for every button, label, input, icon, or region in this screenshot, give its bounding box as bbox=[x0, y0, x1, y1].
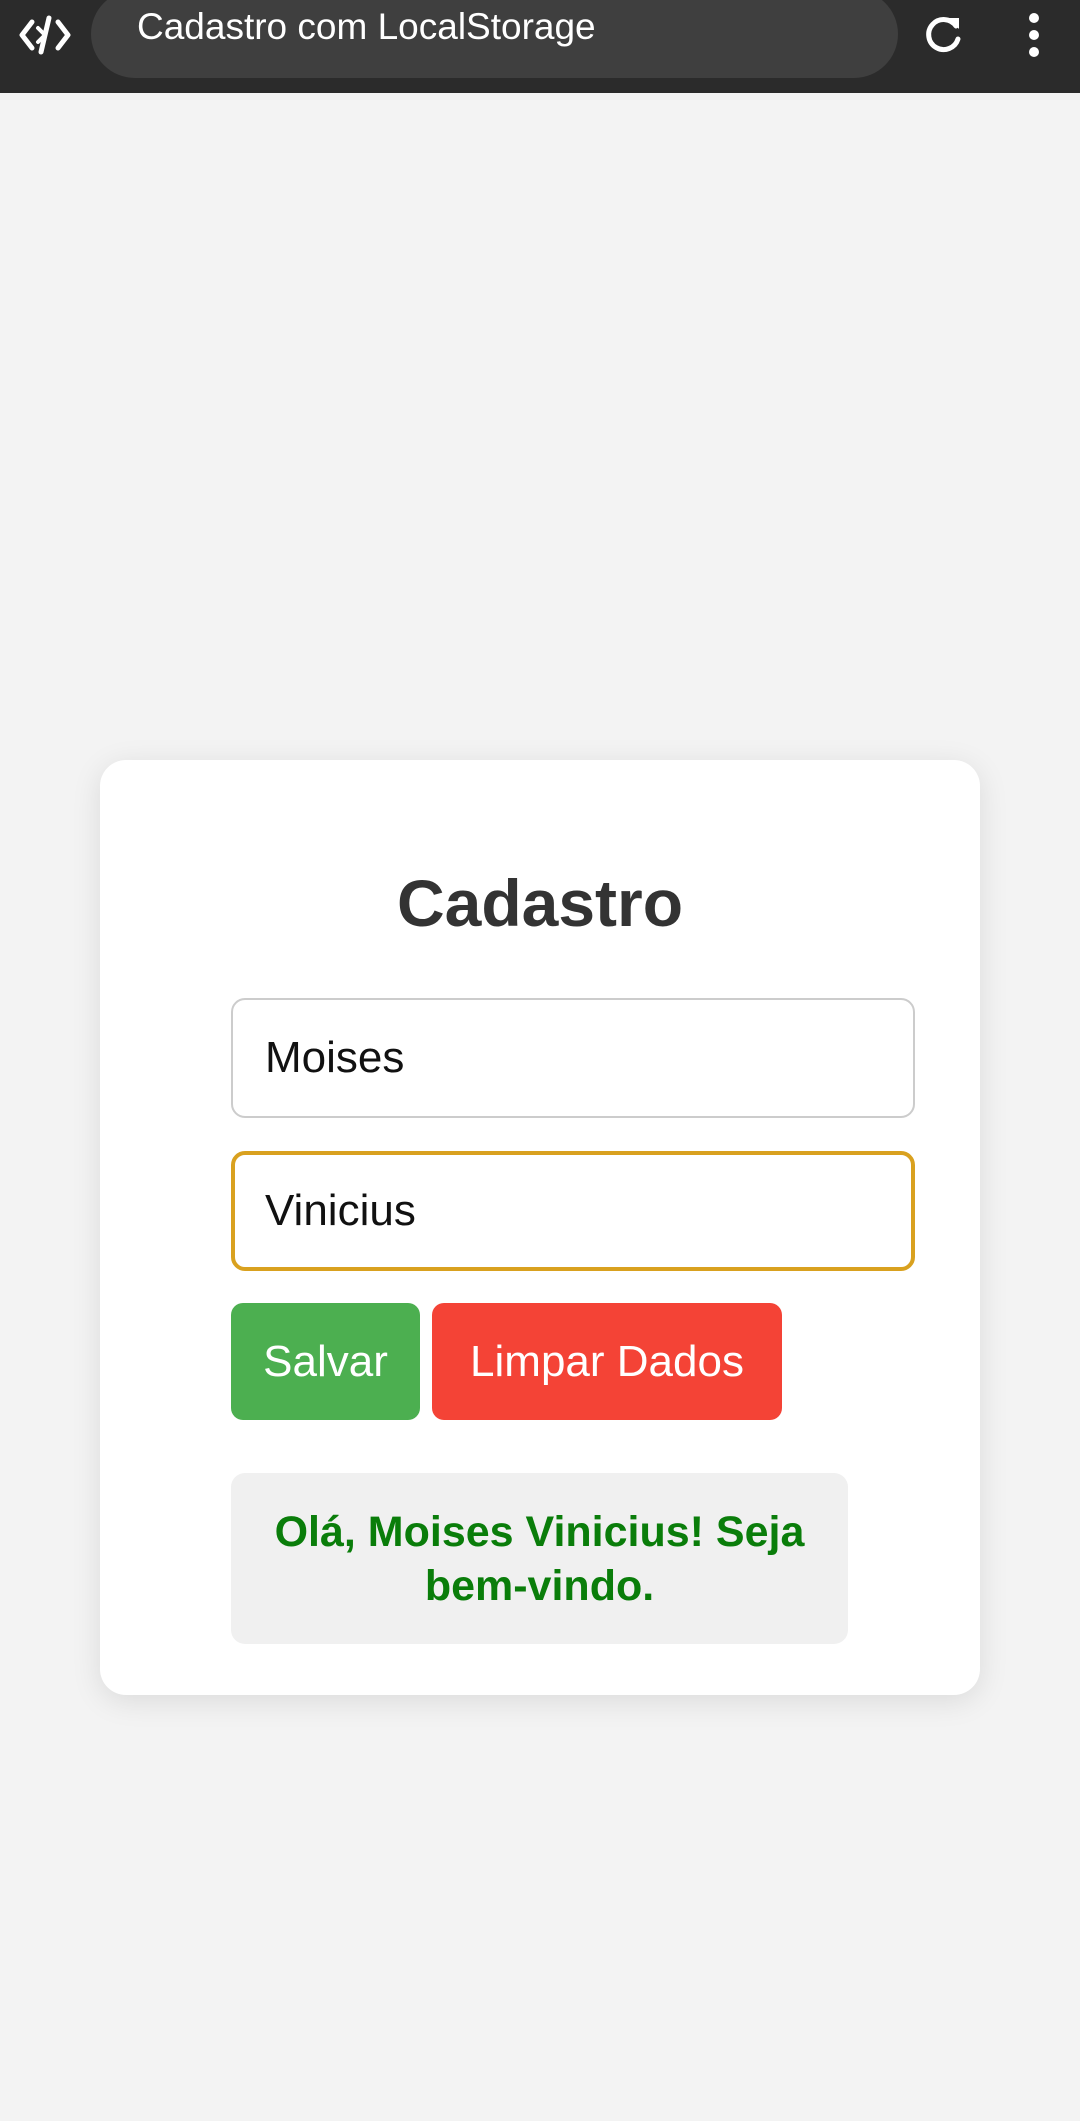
browser-toolbar: Cadastro com LocalStorage bbox=[0, 0, 1080, 93]
form-title: Cadastro bbox=[396, 866, 684, 940]
greeting-message-box: Olá, Moises Vinicius! Seja bem-vindo. bbox=[231, 1473, 848, 1644]
greeting-message: Olá, Moises Vinicius! Seja bem-vindo. bbox=[274, 1507, 805, 1610]
last-name-input[interactable] bbox=[231, 1151, 915, 1271]
reload-icon[interactable] bbox=[920, 12, 966, 58]
save-button[interactable]: Salvar bbox=[231, 1303, 420, 1420]
first-name-input[interactable] bbox=[231, 998, 915, 1118]
address-bar[interactable]: Cadastro com LocalStorage bbox=[91, 0, 898, 78]
page-title: Cadastro com LocalStorage bbox=[137, 6, 596, 47]
more-vert-icon[interactable] bbox=[1018, 10, 1050, 60]
code-brackets-icon[interactable] bbox=[18, 14, 72, 56]
clear-data-button[interactable]: Limpar Dados bbox=[432, 1303, 782, 1420]
registration-card: Cadastro Salvar Limpar Dados Olá, Moises… bbox=[100, 760, 980, 1695]
